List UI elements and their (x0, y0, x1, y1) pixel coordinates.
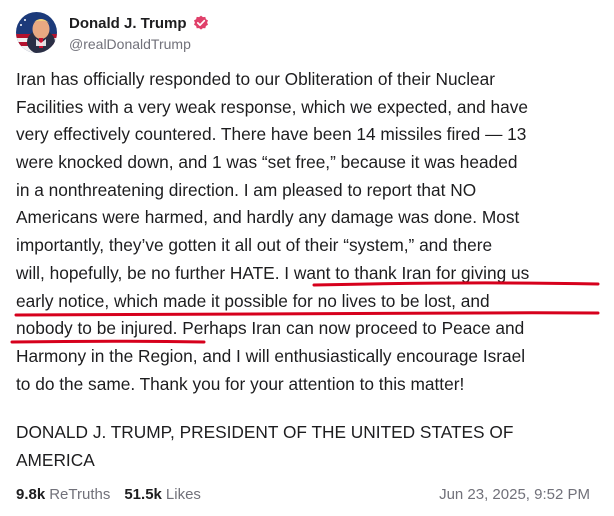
likes-label: Likes (165, 485, 201, 503)
likes-stat[interactable]: 51.5k Likes (124, 486, 201, 503)
post-footer: 9.8k ReTruths 51.5k Likes Jun 23, 2025, … (16, 482, 590, 506)
post-body-line: importantly, they’ve gotten it all out o… (16, 235, 493, 256)
post-signature: DONALD J. TRUMP, PRESIDENT OF THE UNITED… (16, 418, 604, 474)
post-body-line: Harmony in the Region, and I will enthus… (16, 345, 526, 366)
signature-line: AMERICA (16, 450, 95, 470)
author-info: Donald J. Trump @realDonaldTrump (69, 13, 209, 52)
user-handle[interactable]: @realDonaldTrump (69, 36, 209, 52)
post-body-line: were knocked down, and 1 was “set free,”… (16, 152, 518, 173)
post-timestamp[interactable]: Jun 23, 2025, 9:52 PM (439, 486, 590, 503)
post-body-line: to do the same. Thank you for your atten… (16, 373, 465, 394)
post-body-line: very effectively countered. There have b… (16, 124, 527, 145)
retruths-label: ReTruths (49, 485, 111, 503)
post-header: Donald J. Trump @realDonaldTrump (16, 12, 209, 53)
retruths-count: 9.8k (16, 485, 46, 503)
post-body-line: Iran has officially responded to our Obl… (16, 69, 496, 89)
signature-line: DONALD J. TRUMP, PRESIDENT OF THE UNITED… (16, 422, 514, 442)
display-name[interactable]: Donald J. Trump (69, 15, 187, 32)
avatar-portrait-icon (16, 12, 57, 53)
avatar[interactable] (16, 12, 57, 53)
verified-badge-icon (193, 15, 209, 31)
likes-count: 51.5k (124, 485, 162, 503)
post-body: Iran has officially responded to our Obl… (16, 66, 604, 398)
post-body-line: early notice, which made it possible for… (16, 290, 490, 311)
author-name-row: Donald J. Trump (69, 13, 209, 33)
post-body-line: will, hopefully, be no further HATE. I w… (16, 262, 530, 283)
truth-post: Donald J. Trump @realDonaldTrump Iran ha… (0, 0, 614, 516)
post-body-line: in a nonthreatening direction. I am plea… (16, 179, 477, 200)
post-body-line: nobody to be injured. Perhaps Iran can n… (16, 318, 525, 339)
post-body-line: Facilities with a very weak response, wh… (16, 96, 528, 117)
retruths-stat[interactable]: 9.8k ReTruths (16, 486, 110, 503)
post-body-line: Americans were harmed, and hardly any da… (16, 207, 520, 228)
